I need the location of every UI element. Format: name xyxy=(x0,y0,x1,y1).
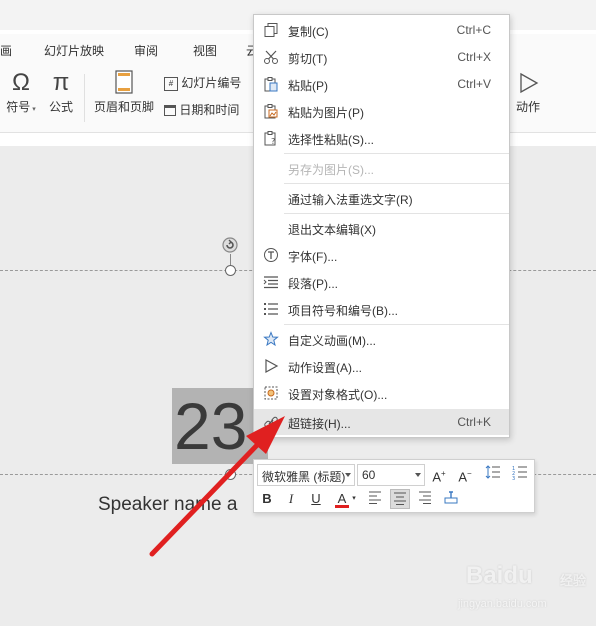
red-arrow-annotation xyxy=(149,416,285,557)
